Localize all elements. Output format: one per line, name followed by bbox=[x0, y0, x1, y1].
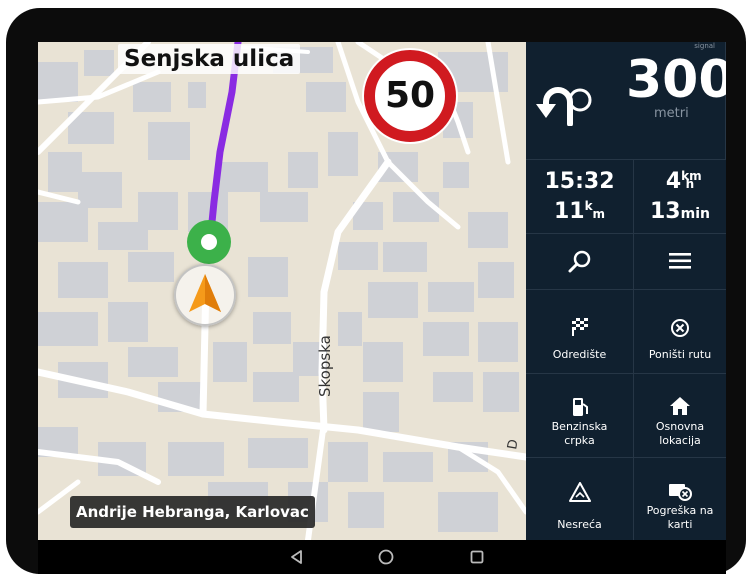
current-position-marker bbox=[174, 264, 236, 326]
cancel-route-button[interactable]: Poništi rutu bbox=[634, 290, 726, 374]
menu-button[interactable] bbox=[634, 234, 726, 290]
map-error-button[interactable]: Pogreška na karti bbox=[634, 458, 726, 540]
speed-limit-sign: 50 bbox=[364, 50, 456, 142]
distance-value: 300 bbox=[626, 50, 726, 110]
map-error-icon bbox=[669, 484, 692, 501]
search-icon bbox=[568, 250, 591, 273]
destination-label: Odredište bbox=[552, 348, 607, 361]
trip-time: 13min bbox=[634, 200, 726, 226]
fuel-station-button[interactable]: Benzinska crpka bbox=[526, 374, 634, 458]
home-location-label-line2: lokacija bbox=[659, 434, 701, 447]
navigation-arrow-icon bbox=[189, 274, 221, 312]
home-location-label-line1: Osnovna bbox=[655, 420, 705, 433]
destination-button[interactable]: Odredište bbox=[526, 290, 634, 374]
arrival-info[interactable]: 15:32 11km bbox=[526, 160, 634, 234]
current-street-banner: Senjska ulica bbox=[118, 44, 301, 74]
next-maneuver[interactable]: signal 300 metri bbox=[526, 42, 726, 160]
distance-unit: metri bbox=[654, 106, 689, 121]
navigation-panel: signal 300 metri 15:32 11km 4kmh 13min O… bbox=[526, 42, 726, 540]
trip-time-value: 13 bbox=[650, 199, 681, 224]
home-circle-icon[interactable] bbox=[377, 548, 395, 566]
checkered-flag-icon bbox=[571, 318, 588, 336]
search-button[interactable] bbox=[526, 234, 634, 290]
trip-distance-sub: m bbox=[592, 207, 606, 221]
remaining-info[interactable]: 4kmh 13min bbox=[634, 160, 726, 234]
road-label: Skopska bbox=[316, 335, 334, 397]
recents-icon[interactable] bbox=[468, 548, 486, 566]
cancel-route-label: Poništi rutu bbox=[648, 348, 712, 361]
fuel-station-label-line2: crpka bbox=[564, 434, 595, 447]
map-canvas: Skopska D bbox=[38, 42, 526, 540]
fuel-station-label-line1: Benzinska bbox=[551, 420, 608, 433]
trip-time-unit: min bbox=[680, 206, 710, 222]
trip-distance: 11km bbox=[526, 200, 633, 226]
accident-button[interactable]: Nesreća bbox=[526, 458, 634, 540]
arrival-time: 15:32 bbox=[544, 169, 615, 194]
system-navigation-bar bbox=[38, 540, 726, 574]
tablet-frame: Skopska D Senjska ulica 50 Andrije Hebra… bbox=[6, 8, 746, 574]
screen: Skopska D Senjska ulica 50 Andrije Hebra… bbox=[38, 42, 726, 574]
cancel-circle-icon bbox=[671, 319, 689, 337]
map-error-label-line2: karti bbox=[667, 518, 693, 531]
menu-icon bbox=[669, 253, 691, 269]
u-turn-left-icon bbox=[536, 87, 592, 126]
trip-distance-sup: k bbox=[584, 199, 593, 213]
remaining-value: 4 bbox=[665, 169, 682, 194]
warning-triangle-icon bbox=[568, 482, 591, 502]
accident-label: Nesreća bbox=[557, 518, 602, 531]
home-location-button[interactable]: Osnovna lokacija bbox=[634, 374, 726, 458]
trip-distance-value: 11 bbox=[553, 199, 585, 224]
map-view[interactable]: Skopska D Senjska ulica 50 Andrije Hebra… bbox=[38, 42, 526, 540]
current-address-label: Andrije Hebranga, Karlovac bbox=[70, 496, 315, 528]
back-icon[interactable] bbox=[288, 548, 306, 566]
remaining-distance: 4kmh bbox=[634, 170, 726, 196]
corner-label: signal bbox=[694, 42, 715, 50]
remaining-h-unit: h bbox=[685, 177, 695, 191]
house-icon bbox=[670, 397, 690, 415]
fuel-pump-icon bbox=[572, 398, 588, 416]
map-error-label-line1: Pogreška na bbox=[646, 504, 714, 517]
